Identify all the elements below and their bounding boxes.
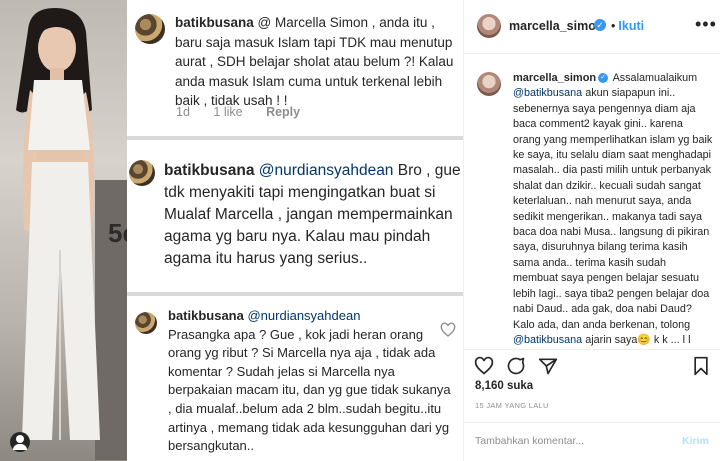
smile-emoji: 😊 (637, 333, 651, 346)
more-options-icon[interactable]: ••• (695, 14, 717, 35)
comment-icon[interactable] (506, 356, 526, 376)
post-timestamp: 15 JAM YANG LALU (475, 401, 549, 410)
post-side-panel: marcella_simon ✓ • Ikuti ••• marcella_sim… (463, 0, 720, 461)
person-figure (16, 8, 100, 440)
follow-label: Ikuti (618, 19, 645, 33)
post-photo[interactable]: 5e (0, 0, 127, 461)
comment-meta: 1d 1 like Reply (176, 105, 320, 119)
post-header: marcella_simon ✓ • Ikuti ••• (464, 0, 720, 54)
screenshot-divider (127, 292, 463, 296)
comment-2: batikbusana @nurdiansyahdean Bro , gue t… (164, 160, 461, 270)
post-actions (464, 349, 720, 379)
verified-badge-icon: ✓ (598, 73, 609, 84)
profile-username[interactable]: marcella_simon (509, 19, 604, 33)
comment-likes[interactable]: 1 like (213, 105, 242, 119)
caption-text-3: ajarin saya (585, 333, 638, 346)
caption-text-4: k k ... l l (653, 333, 691, 346)
post-caption: marcella_simon ✓ Assalamualaikum @batikbu… (513, 71, 713, 354)
reply-button[interactable]: Reply (266, 105, 300, 119)
share-icon[interactable] (538, 356, 558, 376)
comment-input[interactable] (475, 435, 665, 447)
like-count[interactable]: 8,160 suka (475, 380, 533, 392)
comment-username[interactable]: batikbusana (168, 308, 244, 323)
bookmark-icon[interactable] (692, 356, 710, 376)
user-tag-icon[interactable] (10, 432, 30, 452)
commenter-avatar[interactable] (135, 14, 165, 44)
comment-age: 1d (176, 105, 190, 119)
comment-username[interactable]: batikbusana (175, 15, 254, 30)
commenter-avatar[interactable] (135, 312, 157, 334)
comment-body: Prasangka apa ? Gue , kok jadi heran ora… (168, 326, 451, 454)
comment-mention[interactable]: @nurdiansyahdean (247, 308, 360, 323)
comment-bar: Kirim (464, 422, 720, 461)
caption-username[interactable]: marcella_simon (513, 72, 596, 84)
heart-icon[interactable] (440, 322, 456, 338)
comments-screenshot: batikbusana @ Marcella Simon , anda itu … (127, 0, 463, 461)
comment-mention[interactable]: @nurdiansyahdean (259, 162, 394, 179)
caption-mention[interactable]: @batikbusana (513, 87, 582, 99)
post-comment-button[interactable]: Kirim (682, 435, 709, 447)
caption-text-1: Assalamualaikum (612, 72, 698, 84)
commenter-avatar[interactable] (129, 160, 155, 186)
caption-mention[interactable]: @batikbusana (513, 334, 582, 346)
heart-icon[interactable] (474, 356, 494, 376)
screenshot-divider (127, 136, 463, 140)
comment-3: batikbusana @nurdiansyahdean Prasangka a… (168, 307, 453, 456)
verified-badge-icon: ✓ (594, 19, 606, 31)
comment-1: batikbusana @ Marcella Simon , anda itu … (175, 13, 460, 111)
follow-button[interactable]: • Ikuti (611, 19, 644, 33)
caption-avatar[interactable] (477, 72, 501, 96)
profile-avatar[interactable] (477, 14, 501, 38)
comment-username[interactable]: batikbusana (164, 162, 254, 179)
separator-dot: • (611, 19, 616, 33)
caption-text-2: akun siapapun ini.. sebenernya saya peng… (513, 87, 713, 331)
